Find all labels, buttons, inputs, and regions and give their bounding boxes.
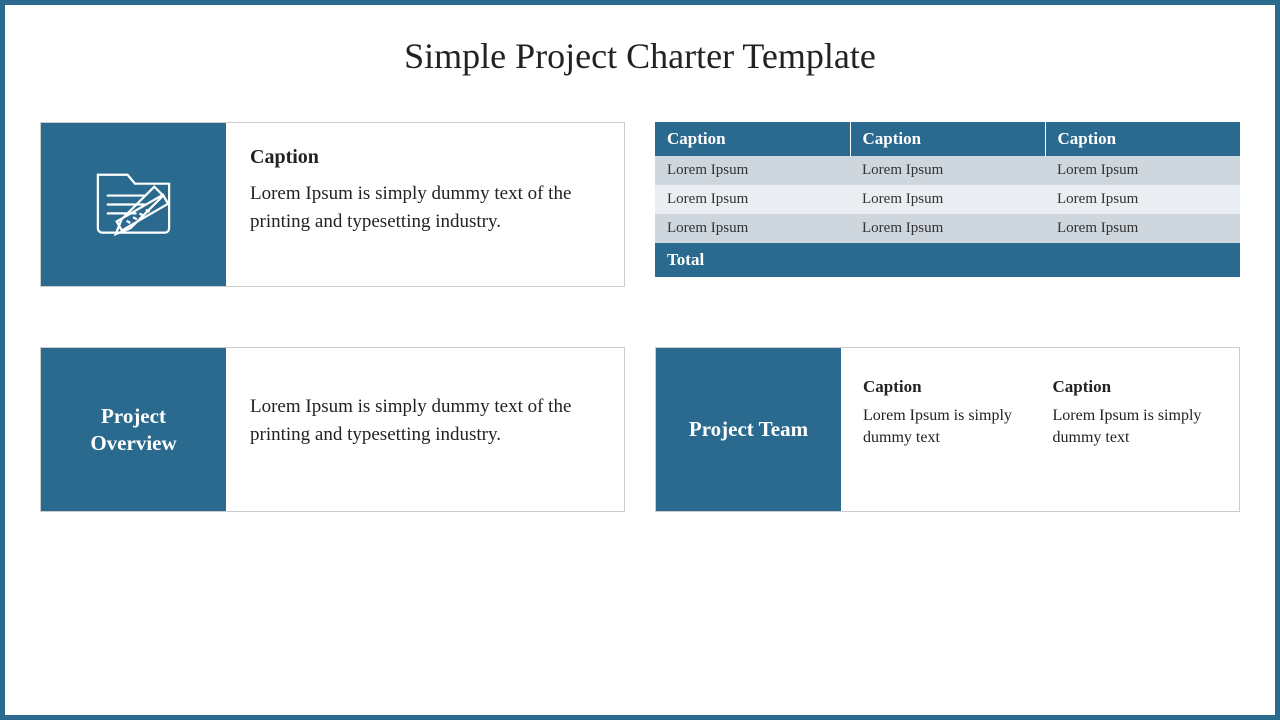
team-card: Project Team Caption Lorem Ipsum is simp… (655, 347, 1240, 512)
table-cell: Lorem Ipsum (1045, 156, 1240, 185)
table-cell: Lorem Ipsum (850, 156, 1045, 185)
table-row: Lorem Ipsum Lorem Ipsum Lorem Ipsum (655, 214, 1240, 243)
table-cell: Lorem Ipsum (1045, 185, 1240, 214)
team-col-1: Caption Lorem Ipsum is simply dummy text (863, 376, 1028, 511)
team-col-2: Caption Lorem Ipsum is simply dummy text (1053, 376, 1218, 511)
table-header-cell: Caption (850, 122, 1045, 156)
icon-card-icon-block (41, 123, 226, 286)
data-table-container: Caption Caption Caption Lorem Ipsum Lore… (655, 122, 1240, 287)
team-label: Project Team (656, 348, 841, 511)
table-row: Lorem Ipsum Lorem Ipsum Lorem Ipsum (655, 156, 1240, 185)
data-table: Caption Caption Caption Lorem Ipsum Lore… (655, 122, 1240, 277)
overview-body: Lorem Ipsum is simply dummy text of the … (226, 348, 624, 511)
icon-card-caption: Caption (250, 143, 600, 172)
table-header-row: Caption Caption Caption (655, 122, 1240, 156)
content-grid: Caption Lorem Ipsum is simply dummy text… (40, 122, 1240, 512)
table-header-cell: Caption (1045, 122, 1240, 156)
overview-card: Project Overview Lorem Ipsum is simply d… (40, 347, 625, 512)
icon-card-text: Lorem Ipsum is simply dummy text of the … (250, 180, 600, 235)
table-row: Lorem Ipsum Lorem Ipsum Lorem Ipsum (655, 185, 1240, 214)
team-col-2-text: Lorem Ipsum is simply dummy text (1053, 405, 1218, 448)
icon-card: Caption Lorem Ipsum is simply dummy text… (40, 122, 625, 287)
table-total-row: Total (655, 243, 1240, 277)
icon-card-body: Caption Lorem Ipsum is simply dummy text… (226, 123, 624, 286)
table-cell: Lorem Ipsum (655, 185, 850, 214)
overview-text: Lorem Ipsum is simply dummy text of the … (250, 393, 600, 448)
team-col-1-caption: Caption (863, 376, 1028, 399)
table-header-cell: Caption (655, 122, 850, 156)
table-cell: Lorem Ipsum (655, 156, 850, 185)
team-body: Caption Lorem Ipsum is simply dummy text… (841, 348, 1239, 511)
overview-label: Project Overview (41, 348, 226, 511)
table-cell: Lorem Ipsum (850, 185, 1045, 214)
table-cell: Lorem Ipsum (1045, 214, 1240, 243)
page-title: Simple Project Charter Template (40, 35, 1240, 77)
table-cell: Lorem Ipsum (655, 214, 850, 243)
table-cell: Lorem Ipsum (850, 214, 1045, 243)
table-total-label: Total (655, 243, 1240, 277)
team-col-2-caption: Caption (1053, 376, 1218, 399)
folder-ruler-pencil-icon (86, 154, 181, 255)
team-col-1-text: Lorem Ipsum is simply dummy text (863, 405, 1028, 448)
